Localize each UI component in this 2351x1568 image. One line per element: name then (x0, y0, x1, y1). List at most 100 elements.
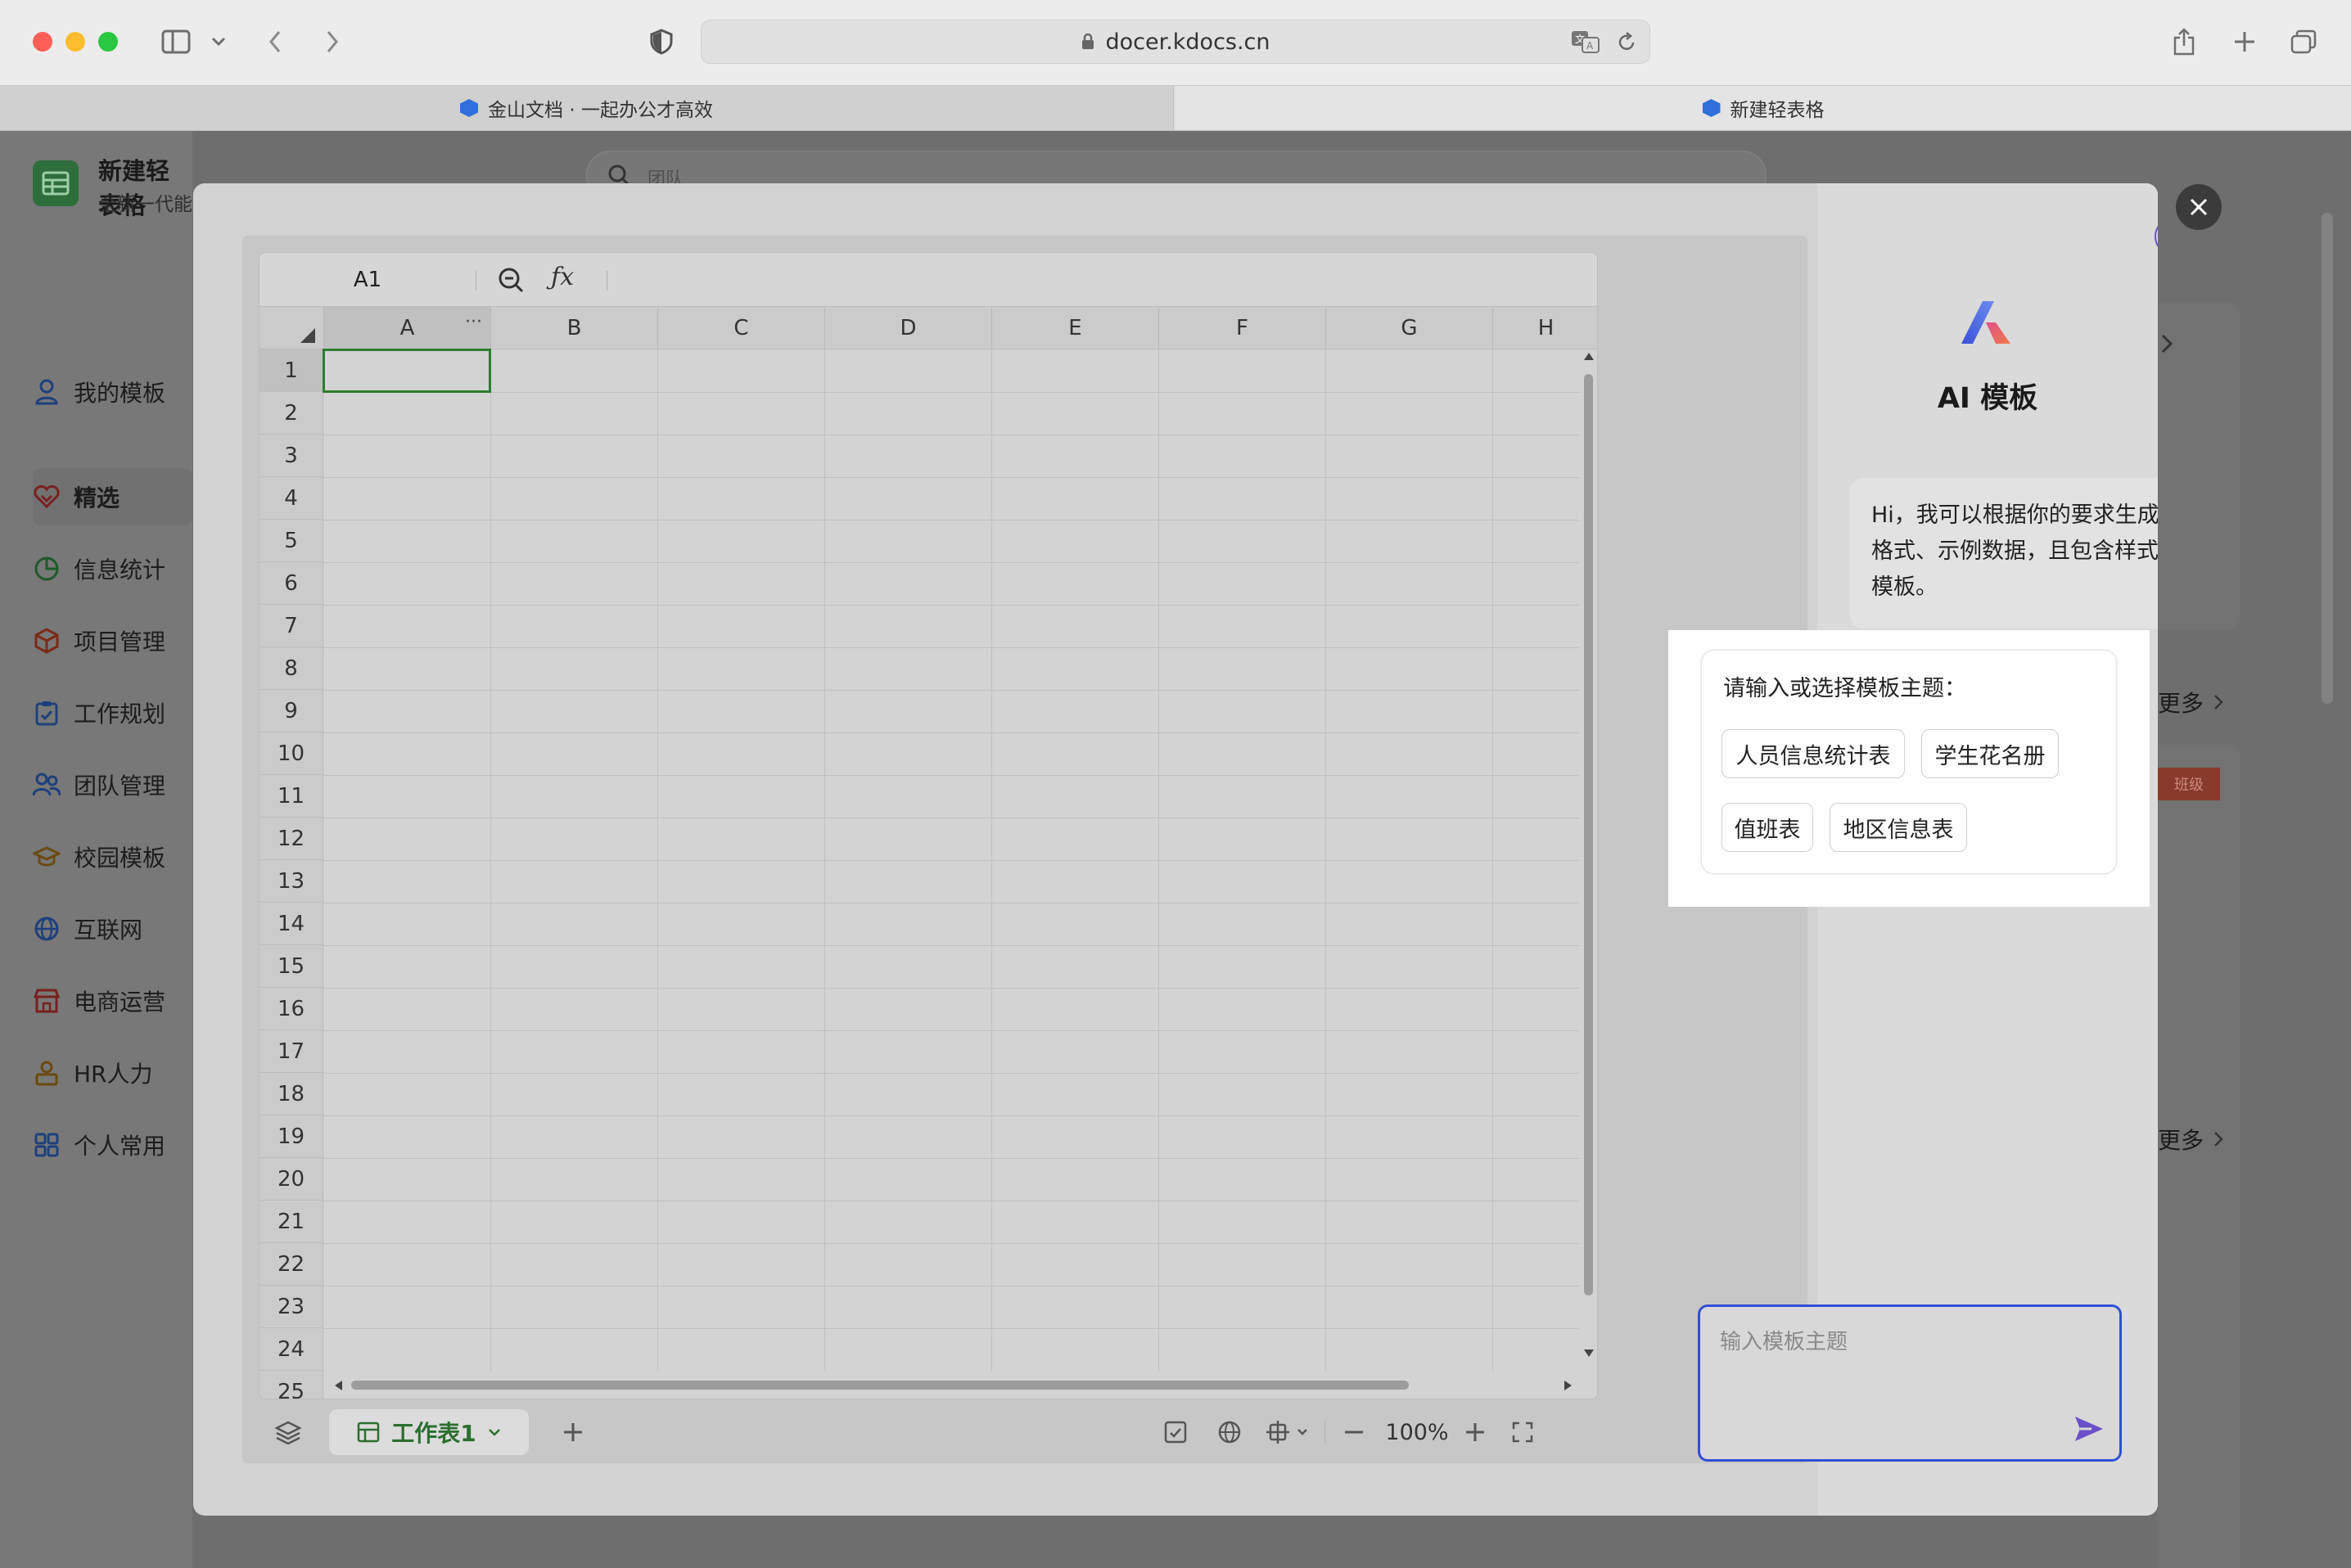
fullscreen-icon[interactable] (1506, 1416, 1539, 1449)
column-header-a[interactable]: A ··· (323, 307, 490, 349)
row-header-1[interactable]: 1 (259, 349, 323, 392)
selected-cell[interactable] (323, 349, 491, 393)
zoom-in-button[interactable] (1459, 1416, 1491, 1449)
vertical-scroll-thumb[interactable] (1584, 374, 1593, 1295)
sidebar-item-personal[interactable]: 个人常用 (33, 1124, 165, 1165)
row-header-23[interactable]: 23 (259, 1286, 323, 1328)
column-header-b[interactable]: B (490, 307, 657, 349)
horizontal-scroll-thumb[interactable] (351, 1381, 1409, 1390)
row-header-3[interactable]: 3 (259, 435, 323, 477)
chip-region-info[interactable]: 地区信息表 (1830, 803, 1967, 852)
sidebar-item-hr[interactable]: HR人力 (33, 1052, 153, 1093)
row-header-8[interactable]: 8 (259, 647, 323, 690)
row-header-6[interactable]: 6 (259, 562, 323, 605)
sidebar-item-team[interactable]: 团队管理 (33, 764, 165, 805)
scroll-left-icon[interactable] (335, 1381, 342, 1390)
sidebar-item-campus[interactable]: 校园模板 (33, 836, 165, 877)
horizontal-scrollbar[interactable] (323, 1371, 1579, 1399)
column-header-d[interactable]: D (824, 307, 991, 349)
globe-icon[interactable] (1213, 1416, 1246, 1449)
forward-icon[interactable] (316, 21, 349, 62)
tab-overview-icon[interactable] (2286, 21, 2322, 62)
sidebar-toggle-icon[interactable] (156, 21, 196, 62)
chip-staff-info[interactable]: 人员信息统计表 (1722, 729, 1905, 778)
privacy-shield-icon[interactable] (643, 21, 679, 62)
row-header-17[interactable]: 17 (259, 1030, 323, 1073)
column-header-f[interactable]: F (1158, 307, 1325, 349)
row-header-5[interactable]: 5 (259, 520, 323, 562)
scroll-up-icon[interactable] (1584, 353, 1594, 360)
reload-icon[interactable] (1617, 32, 1636, 59)
tab-sheet1[interactable]: 工作表1 (329, 1409, 529, 1455)
chip-student-roster[interactable]: 学生花名册 (1921, 729, 2059, 778)
row-header-16[interactable]: 16 (259, 988, 323, 1030)
sidebar-item-work-plan[interactable]: 工作规划 (33, 692, 165, 733)
layers-icon[interactable] (272, 1416, 305, 1449)
chevron-down-icon[interactable] (488, 1428, 501, 1436)
chevron-down-icon[interactable] (205, 21, 232, 62)
row-header-10[interactable]: 10 (259, 732, 323, 775)
send-icon[interactable] (2073, 1415, 2105, 1446)
row-header-18[interactable]: 18 (259, 1073, 323, 1115)
translate-icon[interactable]: 文A (1571, 30, 1600, 59)
column-menu-icon[interactable]: ··· (465, 312, 482, 332)
row-header-13[interactable]: 13 (259, 860, 323, 903)
sidebar-item-project[interactable]: 项目管理 (33, 620, 165, 661)
add-sheet-button[interactable] (557, 1416, 589, 1449)
zoom-out-icon[interactable] (497, 266, 525, 297)
sidebar-item-featured[interactable]: 精选 (33, 476, 120, 517)
scroll-down-icon[interactable] (1584, 1349, 1594, 1357)
row-header-21[interactable]: 21 (259, 1201, 323, 1243)
tab-kdocs[interactable]: 金山文档 · 一起办公才高效 (0, 86, 1174, 130)
freeze-pane-icon[interactable] (1259, 1416, 1316, 1449)
address-bar[interactable]: docer.kdocs.cn 文A (701, 20, 1650, 64)
grid-line (323, 775, 1581, 776)
column-header-g[interactable]: G (1325, 307, 1492, 349)
scroll-right-icon[interactable] (1564, 1381, 1572, 1390)
column-header-e[interactable]: E (991, 307, 1158, 349)
zoom-out-button[interactable] (1338, 1416, 1370, 1449)
sidebar-item-internet[interactable]: 互联网 (33, 908, 142, 949)
zoom-window-button[interactable] (98, 32, 118, 52)
minimize-window-button[interactable] (65, 32, 85, 52)
topic-input[interactable]: 输入模板主题 (1698, 1304, 2122, 1462)
sidebar-item-info-stats[interactable]: 信息统计 (33, 548, 165, 589)
row-header-22[interactable]: 22 (259, 1243, 323, 1286)
row-header-20[interactable]: 20 (259, 1158, 323, 1201)
back-icon[interactable] (259, 21, 291, 62)
column-header-h[interactable]: H (1492, 307, 1597, 349)
row-header-19[interactable]: 19 (259, 1115, 323, 1158)
close-window-button[interactable] (33, 32, 52, 52)
row-header-15[interactable]: 15 (259, 945, 323, 988)
row-header-12[interactable]: 12 (259, 818, 323, 860)
row-header-14[interactable]: 14 (259, 903, 323, 945)
row-header-4[interactable]: 4 (259, 477, 323, 520)
chevron-right-icon[interactable] (2161, 334, 2173, 357)
share-icon[interactable] (2166, 21, 2202, 62)
row-header-7[interactable]: 7 (259, 605, 323, 647)
row-header-24[interactable]: 24 (259, 1328, 323, 1371)
close-modal-button[interactable] (2176, 184, 2222, 230)
vertical-scrollbar[interactable] (1579, 349, 1597, 1399)
more-link[interactable]: 更多 (2158, 1123, 2223, 1156)
sidebar-item-my-templates[interactable]: 我的模板 (33, 372, 165, 412)
sidebar-item-ecommerce[interactable]: 电商运营 (33, 980, 165, 1021)
grid-line (824, 349, 825, 1399)
new-tab-icon[interactable] (2227, 21, 2263, 62)
row-header-25[interactable]: 25 (259, 1371, 323, 1399)
more-link[interactable]: 更多 (2158, 686, 2223, 719)
zoom-level[interactable]: 100% (1380, 1416, 1454, 1449)
row-header-2[interactable]: 2 (259, 392, 323, 435)
template-card[interactable] (2158, 1182, 2240, 1568)
sheet-check-icon[interactable] (1159, 1416, 1192, 1449)
grid-apps-icon (33, 1131, 61, 1159)
select-all-icon[interactable] (300, 328, 315, 346)
column-header-c[interactable]: C (657, 307, 824, 349)
chip-duty-roster[interactable]: 值班表 (1722, 803, 1813, 852)
row-header-11[interactable]: 11 (259, 775, 323, 818)
tab-new-sheet[interactable]: 新建轻表格 (1176, 86, 2351, 130)
row-header-9[interactable]: 9 (259, 690, 323, 732)
page-scrollbar[interactable] (2322, 213, 2333, 704)
cell-reference[interactable]: A1 (259, 253, 476, 307)
function-icon[interactable]: ƒx (551, 263, 574, 291)
